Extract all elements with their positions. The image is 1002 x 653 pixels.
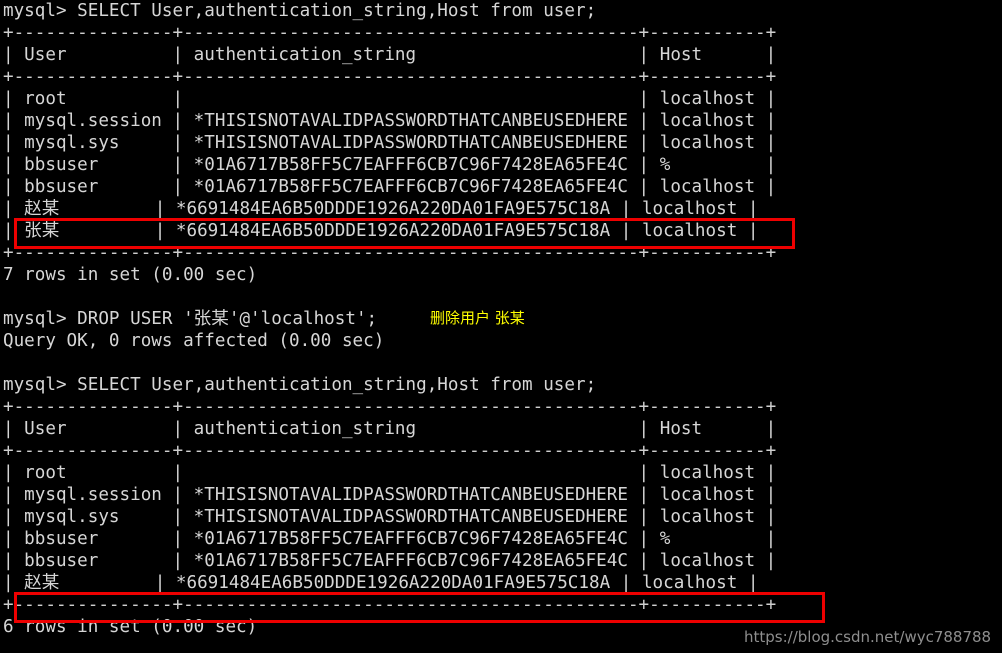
table-header-row-1: | User | authentication_string | Host | xyxy=(3,45,777,65)
result-count-2: 6 rows in set (0.00 sec) xyxy=(3,617,258,637)
table-header-row-2: | User | authentication_string | Host | xyxy=(3,419,777,439)
table-row: | mysql.session | *THISISNOTAVALIDPASSWO… xyxy=(3,111,777,131)
terminal-line-prompt-drop-user: mysql> DROP USER '张某'@'localhost'; xyxy=(3,309,378,329)
table-row: | bbsuser | *01A6717B58FF5C7EAFFF6CB7C96… xyxy=(3,177,777,197)
terminal-window[interactable]: mysql> SELECT User,authentication_string… xyxy=(0,0,1002,653)
table-row: | mysql.sys | *THISISNOTAVALIDPASSWORDTH… xyxy=(3,133,777,153)
table-border-header-1: +---------------+-----------------------… xyxy=(3,67,777,87)
terminal-line-prompt-select-1: mysql> SELECT User,authentication_string… xyxy=(3,1,597,21)
table-border-bottom-2-highlighted: +---------------+-----------------------… xyxy=(3,595,777,615)
table-row: | root | | localhost | xyxy=(3,89,777,109)
table-row: | mysql.sys | *THISISNOTAVALIDPASSWORDTH… xyxy=(3,507,777,527)
terminal-line-prompt-select-2: mysql> SELECT User,authentication_string… xyxy=(3,375,597,395)
query-ok-message: Query OK, 0 rows affected (0.00 sec) xyxy=(3,331,385,351)
table-border-bottom-1: +---------------+-----------------------… xyxy=(3,243,777,263)
table-row: | bbsuser | *01A6717B58FF5C7EAFFF6CB7C96… xyxy=(3,529,777,549)
table-border-top-2: +---------------+-----------------------… xyxy=(3,397,777,417)
annotation-drop-user: 删除用户 张某 xyxy=(430,309,525,327)
table-row: | 赵某 | *6691484EA6B50DDDE1926A220DA01FA9… xyxy=(3,573,759,593)
table-row-highlighted: | 张某 | *6691484EA6B50DDDE1926A220DA01FA9… xyxy=(3,221,759,241)
table-row: | 赵某 | *6691484EA6B50DDDE1926A220DA01FA9… xyxy=(3,199,759,219)
table-row: | bbsuser | *01A6717B58FF5C7EAFFF6CB7C96… xyxy=(3,155,777,175)
table-row: | root | | localhost | xyxy=(3,463,777,483)
table-border-top-1: +---------------+-----------------------… xyxy=(3,23,777,43)
table-row: | mysql.session | *THISISNOTAVALIDPASSWO… xyxy=(3,485,777,505)
table-border-header-2: +---------------+-----------------------… xyxy=(3,441,777,461)
table-row: | bbsuser | *01A6717B58FF5C7EAFFF6CB7C96… xyxy=(3,551,777,571)
result-count-1: 7 rows in set (0.00 sec) xyxy=(3,265,258,285)
watermark-blog-url: https://blog.csdn.net/wyc788788 xyxy=(744,628,992,646)
